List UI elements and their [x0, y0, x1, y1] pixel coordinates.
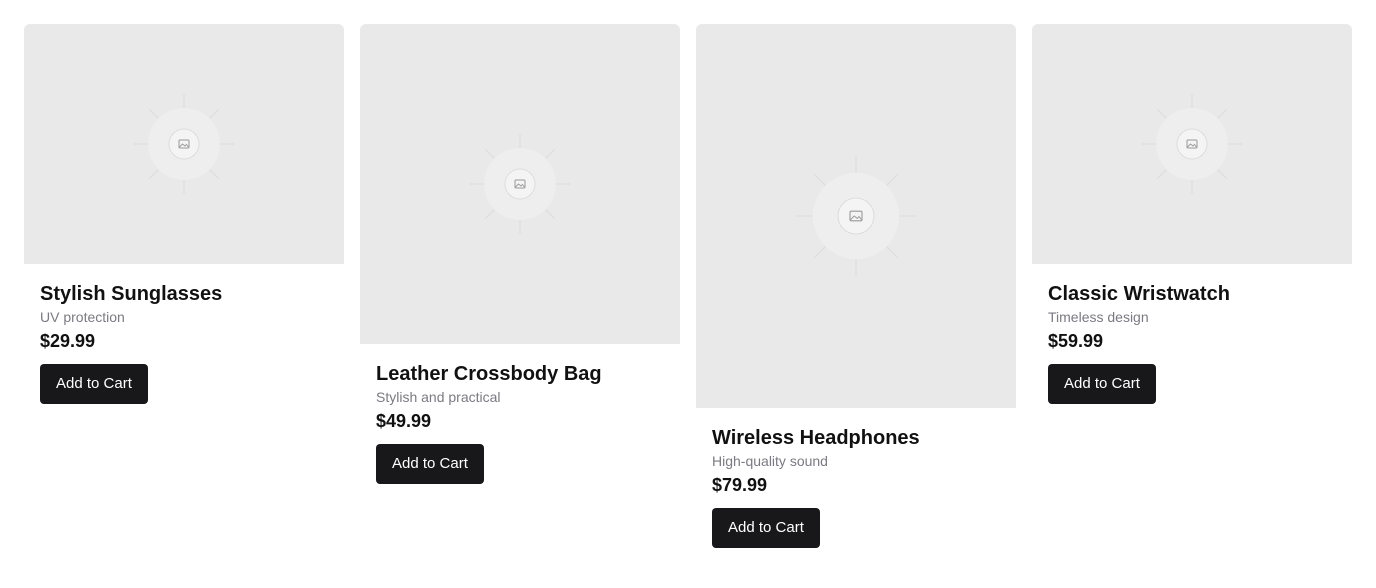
product-subtitle: Timeless design: [1048, 309, 1149, 325]
product-image: [1032, 24, 1352, 264]
product-image: [696, 24, 1016, 408]
image-placeholder-icon: [796, 156, 916, 276]
product-price: $59.99: [1048, 331, 1104, 351]
product-card: Leather Crossbody Bag Stylish and practi…: [360, 24, 680, 484]
product-title: Classic Wristwatch: [1048, 283, 1230, 305]
product-subtitle: Stylish and practical: [376, 389, 501, 405]
image-placeholder-icon: [470, 134, 570, 234]
add-to-cart-button[interactable]: Add to Cart: [712, 508, 820, 548]
product-subtitle: High-quality sound: [712, 453, 828, 469]
product-title: Stylish Sunglasses: [40, 283, 223, 305]
product-card: Classic Wristwatch Timeless design $59.9…: [1032, 24, 1352, 404]
product-card: Stylish Sunglasses UV protection $29.99 …: [24, 24, 344, 404]
image-placeholder-icon: [1142, 94, 1242, 194]
product-image: [360, 24, 680, 344]
add-to-cart-button[interactable]: Add to Cart: [376, 444, 484, 484]
product-price: $79.99: [712, 475, 768, 495]
product-price: $49.99: [376, 411, 432, 431]
product-grid: Stylish Sunglasses UV protection $29.99 …: [0, 0, 1376, 588]
product-title: Wireless Headphones: [712, 427, 920, 449]
product-card: Wireless Headphones High-quality sound $…: [696, 24, 1016, 548]
product-image: [24, 24, 344, 264]
image-placeholder-icon: [134, 94, 234, 194]
product-subtitle: UV protection: [40, 309, 125, 325]
add-to-cart-button[interactable]: Add to Cart: [40, 364, 148, 404]
product-title: Leather Crossbody Bag: [376, 363, 602, 385]
add-to-cart-button[interactable]: Add to Cart: [1048, 364, 1156, 404]
product-price: $29.99: [40, 331, 96, 351]
